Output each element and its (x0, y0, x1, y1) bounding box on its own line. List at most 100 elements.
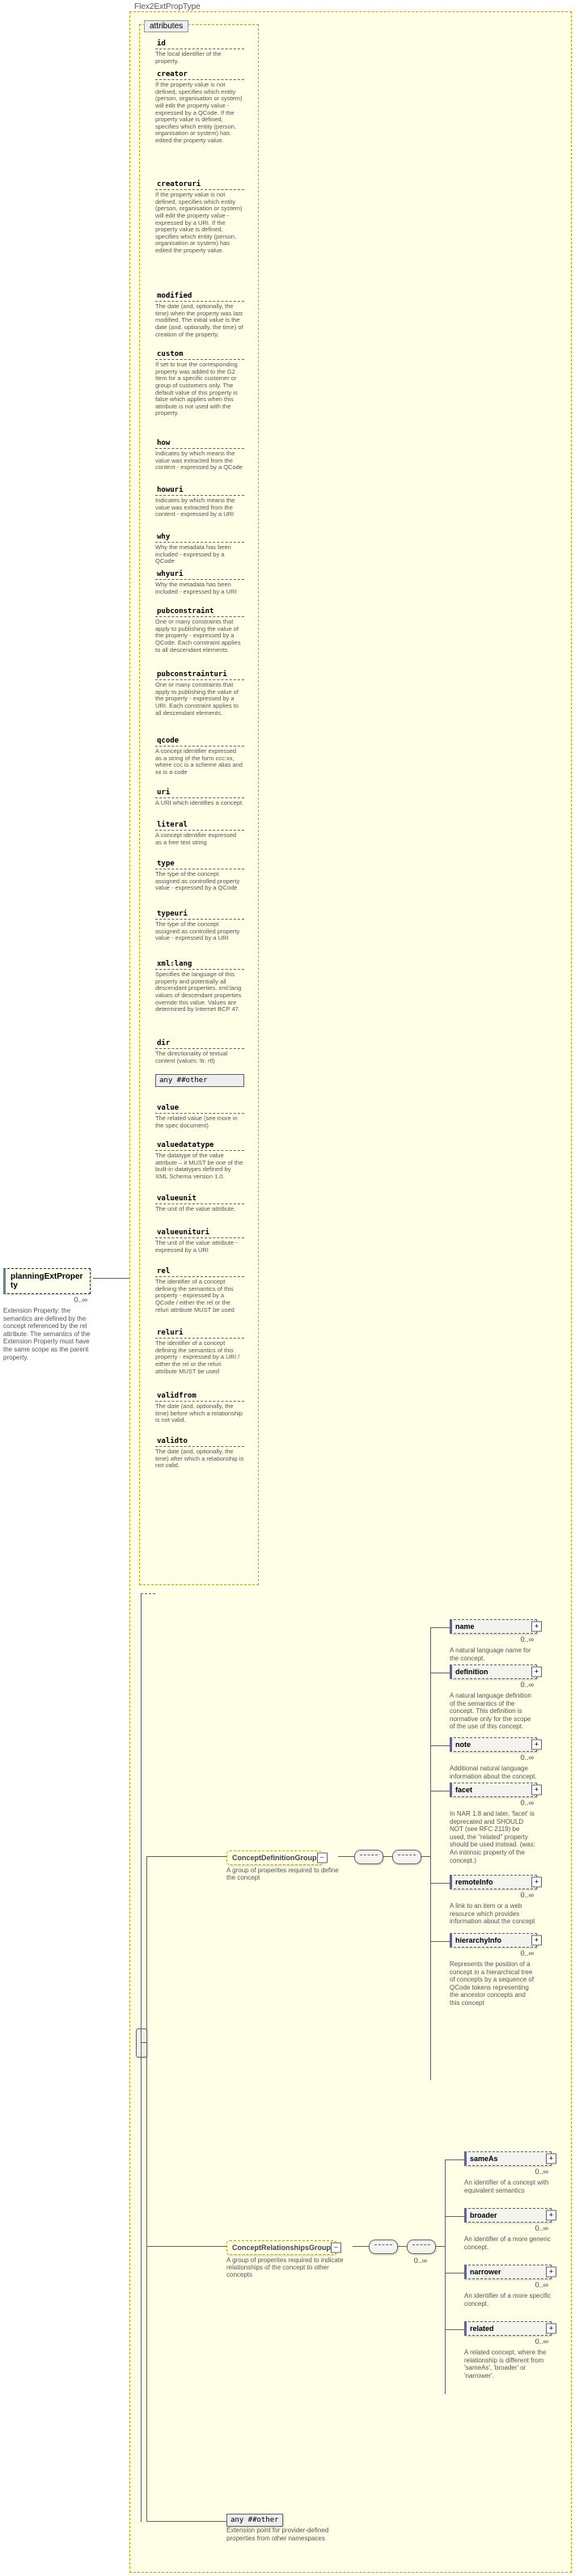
connector-line (353, 2246, 369, 2247)
attribute-name: rel (155, 1265, 244, 1277)
element-hierarchyinfo[interactable]: hierarchyInfo+0..∞Represents the positio… (450, 1933, 537, 2007)
element-occurs: 0..∞ (464, 2168, 548, 2176)
attribute-literal[interactable]: literalA concept identifier expressed as… (155, 818, 244, 846)
connector-line (421, 1856, 430, 1857)
attribute-typeuri[interactable]: typeuriThe type of the concept assigned … (155, 907, 244, 942)
concept-definition-group[interactable]: ConceptDefinitionGroup − (226, 1851, 323, 1865)
attribute-pubconstraint[interactable]: pubconstraintOne or many constraints tha… (155, 605, 244, 654)
expand-icon[interactable]: + (531, 1785, 542, 1796)
expand-icon[interactable]: + (531, 1667, 542, 1677)
attribute-valuedatatype[interactable]: valuedatatypeThe datatype of the value a… (155, 1139, 244, 1181)
attribute-doc: The related value (see more in the spec … (155, 1115, 244, 1129)
connector-line (430, 1745, 450, 1746)
attribute-doc: The date (and, optionally, the time) bef… (155, 1403, 244, 1424)
attribute-value[interactable]: valueThe related value (see more in the … (155, 1102, 244, 1129)
expand-icon[interactable]: + (546, 2154, 556, 2164)
diagram-canvas: Flex2ExtPropType attributes planningExtP… (0, 0, 575, 2576)
any-other-doc: Extension point for provider-defined pro… (226, 2527, 332, 2542)
attribute-uri[interactable]: uriA URI which identifies a concept. (155, 786, 244, 807)
attribute-name: id (155, 37, 244, 49)
attribute-name: dir (155, 1037, 244, 1049)
root-occurs: 0..∞ (3, 1296, 87, 1304)
expand-icon[interactable]: + (531, 1935, 542, 1946)
attribute-any---other[interactable]: any ##other (155, 1074, 244, 1087)
element-doc: In NAR 1.8 and later, 'facet' is depreca… (450, 1810, 537, 1864)
attribute-name: type (155, 857, 244, 869)
attribute-creatoruri[interactable]: creatoruriIf the property value is not d… (155, 178, 244, 255)
attribute-doc: The type of the concept assigned as cont… (155, 921, 244, 942)
connector-line (430, 1941, 450, 1942)
attribute-howuri[interactable]: howuriIndicates by which means the value… (155, 484, 244, 518)
collapse-icon[interactable]: − (331, 2243, 341, 2253)
attribute-doc: The identifier of a concept defining the… (155, 1340, 244, 1375)
element-doc: An identifier of a more specific concept… (464, 2292, 552, 2307)
attribute-rel[interactable]: rel The identifier of a concept defining … (155, 1265, 244, 1313)
attribute-valueunituri[interactable]: valueunituriThe unit of the value attrib… (155, 1226, 244, 1254)
connector-line (445, 2273, 464, 2274)
attribute-name: how (155, 437, 244, 449)
attribute-doc: If the property value is not defined, sp… (155, 82, 244, 145)
element-broader[interactable]: broader+0..∞An identifier of a more gene… (464, 2208, 552, 2251)
expand-icon[interactable]: + (546, 2324, 556, 2334)
element-label: sameAs+ (464, 2151, 552, 2166)
attribute-name: howuri (155, 484, 244, 496)
attribute-name: any ##other (155, 1074, 244, 1087)
attribute-whyuri[interactable]: whyuriWhy the metadata has been included… (155, 568, 244, 595)
attribute-how[interactable]: howIndicates by which means the value wa… (155, 437, 244, 472)
attribute-doc: If the property value is not defined, sp… (155, 192, 244, 255)
attribute-name: reluri (155, 1326, 244, 1339)
attribute-why[interactable]: whyWhy the metadata has been included - … (155, 531, 244, 565)
attribute-name: custom (155, 348, 244, 360)
attribute-creator[interactable]: creatorIf the property value is not defi… (155, 68, 244, 145)
element-occurs: 0..∞ (450, 1799, 534, 1807)
root-element[interactable]: planningExtProperty 0..∞ Extension Prope… (3, 1268, 91, 1361)
expand-icon[interactable]: + (531, 1877, 542, 1888)
attribute-doc: Indicates by which means the value was e… (155, 497, 244, 518)
element-note[interactable]: note+0..∞Additional natural language inf… (450, 1737, 537, 1780)
attribute-doc: The directionality of textual content (v… (155, 1051, 244, 1064)
any-other-element[interactable]: any ##other 0..∞ Extension point for pro… (226, 2514, 332, 2542)
attribute-custom[interactable]: custom If set to true the corresponding p… (155, 348, 244, 417)
attribute-doc: If set to true the corresponding propert… (155, 362, 244, 417)
connector-line (146, 1856, 147, 2521)
any-other-label: any ##other (226, 2514, 283, 2527)
element-doc: A link to an item or a web resource whic… (450, 1902, 537, 1926)
attribute-id[interactable]: id The local identifier of the property. (155, 37, 244, 65)
element-sameas[interactable]: sameAs+ 0..∞ An identifier of a concept wi… (464, 2151, 552, 2194)
attribute-doc: The type of the concept assigned as cont… (155, 871, 244, 892)
expand-icon[interactable]: + (546, 2210, 556, 2221)
attribute-type[interactable]: type The type of the concept assigned as … (155, 857, 244, 892)
attribute-doc: The unit of the value attribute. (155, 1206, 244, 1213)
connector-line (430, 1883, 450, 1884)
attribute-pubconstrainturi[interactable]: pubconstrainturiOne or many constraints … (155, 668, 244, 717)
element-definition[interactable]: definition+0..∞A natural language defini… (450, 1664, 537, 1731)
element-narrower[interactable]: narrower+0..∞An identifier of a more spe… (464, 2265, 552, 2307)
attribute-doc: Why the metadata has been included - exp… (155, 544, 244, 565)
element-facet[interactable]: facet+0..∞In NAR 1.8 and later, 'facet' … (450, 1783, 537, 1864)
element-occurs: 0..∞ (450, 1681, 534, 1689)
attribute-qcode[interactable]: qcodeA concept identifier expressed as a… (155, 734, 244, 776)
element-doc: An identifier of a concept with equivale… (464, 2179, 552, 2194)
element-doc: A natural language name for the concept. (450, 1647, 537, 1662)
attribute-doc: The local identifier of the property. (155, 51, 244, 65)
attribute-xml-lang[interactable]: xml:langSpecifies the language of this p… (155, 958, 244, 1013)
sequence-icon (392, 1850, 421, 1864)
element-remoteinfo[interactable]: remoteInfo+0..∞A link to an item or a we… (450, 1875, 537, 1926)
attribute-validfrom[interactable]: validfromThe date (and, optionally, the … (155, 1390, 244, 1424)
expand-icon[interactable]: + (531, 1622, 542, 1632)
attribute-validto[interactable]: validtoThe date (and, optionally, the ti… (155, 1435, 244, 1470)
expand-icon[interactable]: + (546, 2267, 556, 2278)
expand-icon[interactable]: + (531, 1740, 542, 1750)
concept-relationships-group[interactable]: ConceptRelationshipsGroup − (226, 2240, 336, 2255)
attribute-valueunit[interactable]: valueunitThe unit of the value attribute… (155, 1192, 244, 1213)
connector-line (141, 1593, 142, 2522)
element-related[interactable]: related+0..∞A related concept, where the… (464, 2321, 552, 2379)
attribute-doc: The datatype of the value attribute – it… (155, 1153, 244, 1181)
element-name[interactable]: name+0..∞A natural language name for the… (450, 1619, 537, 1662)
collapse-icon[interactable]: − (317, 1853, 328, 1863)
attribute-doc: Why the metadata has been included - exp… (155, 582, 244, 595)
attribute-dir[interactable]: dir The directionality of textual content… (155, 1037, 244, 1064)
attribute-reluri[interactable]: reluriThe identifier of a concept defini… (155, 1326, 244, 1375)
attribute-doc: The identifier of a concept defining the… (155, 1279, 244, 1313)
attribute-modified[interactable]: modifiedThe date (and, optionally, the t… (155, 290, 244, 338)
